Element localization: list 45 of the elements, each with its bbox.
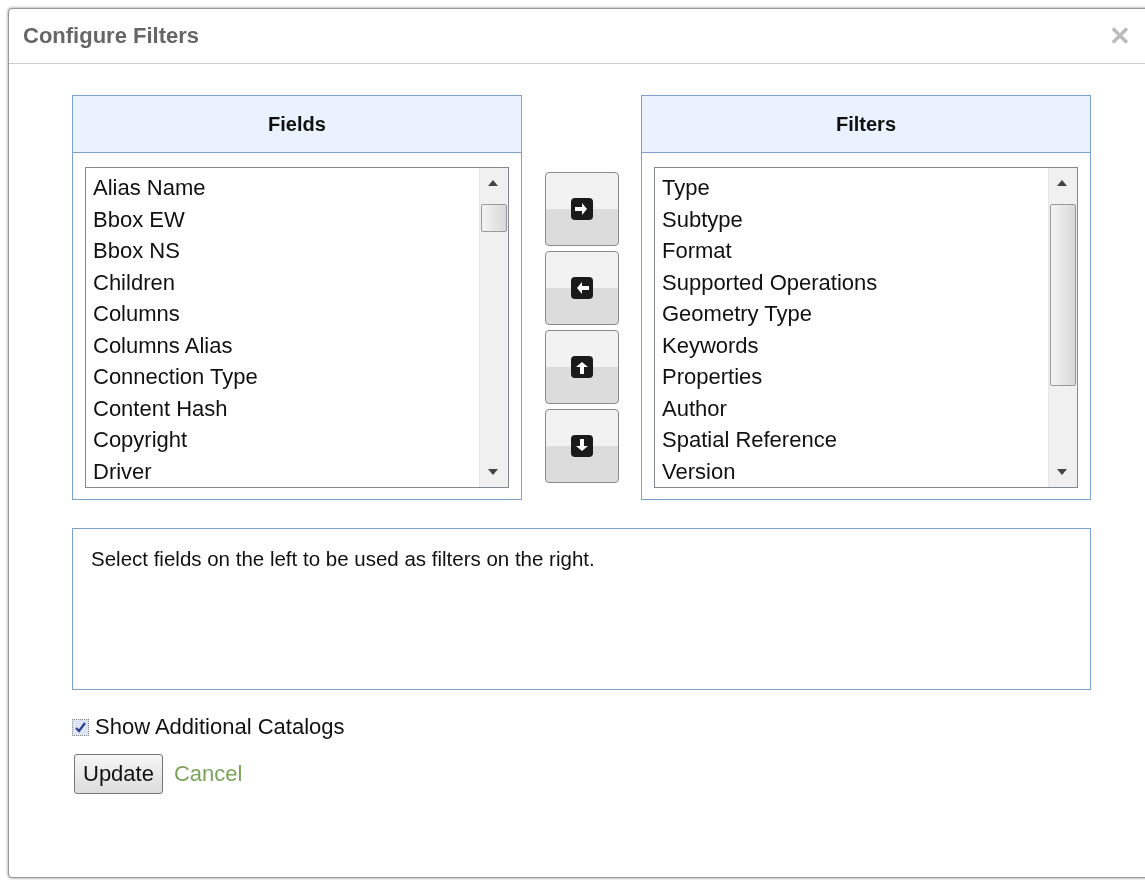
list-item[interactable]: Author [662, 392, 1041, 424]
list-item[interactable]: Columns [93, 298, 472, 330]
panel-heading: Fields [73, 96, 521, 153]
list-item[interactable]: Columns Alias [93, 329, 472, 361]
dialog-title: Configure Filters [23, 23, 199, 49]
arrow-down-icon [570, 434, 594, 458]
list-item[interactable]: Type [662, 172, 1041, 204]
list-item[interactable]: Supported Operations [662, 266, 1041, 298]
list-item[interactable]: Geometry Type [662, 298, 1041, 330]
list-item[interactable]: Properties [662, 361, 1041, 393]
arrow-right-icon [570, 197, 594, 221]
scroll-down-icon[interactable] [488, 469, 498, 475]
list-item[interactable]: Subtype [662, 203, 1041, 235]
arrow-left-icon [570, 276, 594, 300]
list-item[interactable]: Driver [93, 455, 472, 487]
panel-heading: Filters [642, 96, 1090, 153]
move-up-button[interactable] [545, 330, 619, 404]
checkbox[interactable] [72, 718, 89, 736]
scroll-thumb[interactable] [481, 204, 507, 232]
scroll-down-icon[interactable] [1057, 469, 1067, 475]
list-item[interactable]: Version [662, 455, 1041, 487]
list-item[interactable]: Bbox EW [93, 203, 472, 235]
list-item[interactable]: Children [93, 266, 472, 298]
description-text: Select fields on the left to be used as filters on the right. [72, 528, 1091, 690]
scroll-up-icon[interactable] [1057, 180, 1067, 186]
list-item[interactable]: Bbox NS [93, 235, 472, 267]
scrollbar[interactable] [1048, 168, 1077, 487]
scrollbar[interactable] [479, 168, 508, 487]
move-right-button[interactable] [545, 172, 619, 246]
list-item[interactable]: Format [662, 235, 1041, 267]
list-item[interactable]: Content Hash [93, 392, 472, 424]
arrow-up-icon [570, 355, 594, 379]
list-item[interactable]: Spatial Reference [662, 424, 1041, 456]
move-left-button[interactable] [545, 251, 619, 325]
move-down-button[interactable] [545, 409, 619, 483]
list-box[interactable]: Alias Name Bbox EW Bbox NS Children Columns Columns Alias Connection Type Content Hash Copyright Driver [85, 167, 509, 488]
scroll-thumb[interactable] [1050, 204, 1076, 386]
scroll-up-icon[interactable] [488, 180, 498, 186]
list-item[interactable]: Connection Type [93, 361, 472, 393]
list-item[interactable]: Alias Name [93, 172, 472, 204]
list-item[interactable]: Copyright [93, 424, 472, 456]
checkbox-label[interactable]: Show Additional Catalogs [95, 714, 345, 740]
update-button[interactable]: Update [74, 754, 163, 794]
list-item[interactable]: Keywords [662, 329, 1041, 361]
list-box[interactable]: Type Subtype Format Supported Operations Geometry Type Keywords Properties Author Spatial Reference Version [654, 167, 1078, 488]
